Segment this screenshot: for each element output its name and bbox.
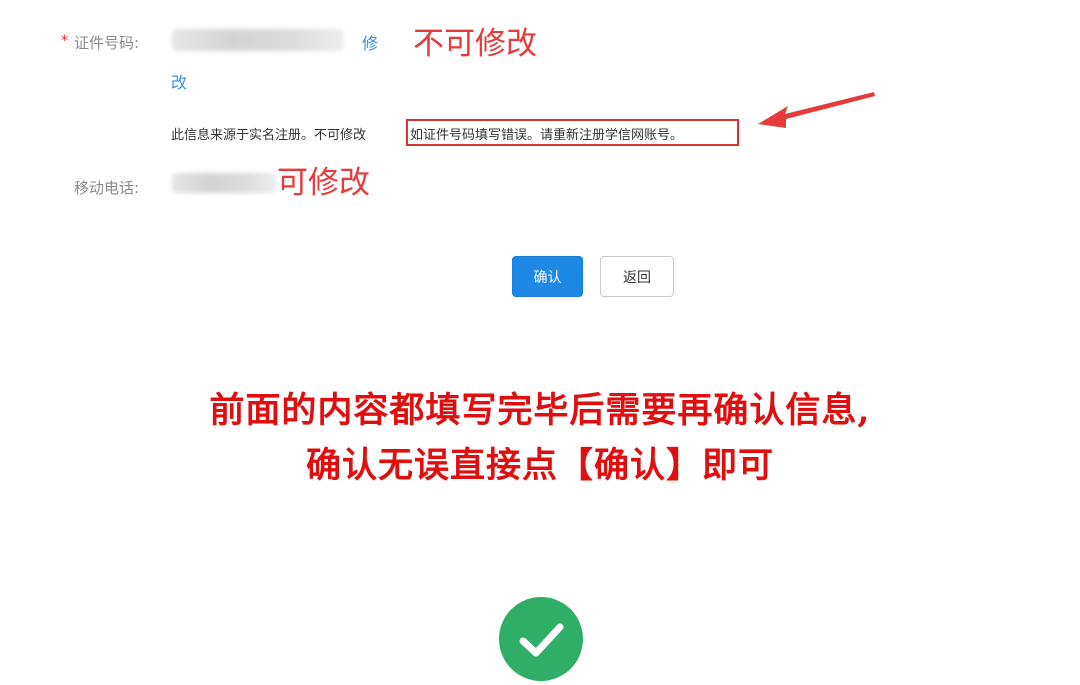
not-editable-annotation: 不可修改 [413, 26, 537, 62]
check-circle-icon [499, 597, 583, 681]
required-asterisk: * [61, 33, 68, 49]
instruction-caption-line2: 确认无误直接点【确认】即可 [305, 445, 774, 486]
id-number-label: 证件号码: [74, 34, 140, 52]
edit-id-link-part1[interactable]: 修 [362, 30, 378, 54]
back-button[interactable]: 返回 [600, 256, 674, 297]
id-number-value-blurred [172, 29, 344, 51]
red-arrow-icon [758, 92, 875, 128]
mobile-label: 移动电话: [74, 179, 140, 197]
id-error-info-text: 如证件号码填写错误。请重新注册学信网账号。 [410, 128, 684, 143]
edit-id-link-part2[interactable]: 改 [171, 69, 187, 93]
id-info-text: 此信息来源于实名注册。不可修改 [171, 128, 367, 143]
editable-annotation: 可修改 [277, 165, 370, 201]
instruction-caption-line1: 前面的内容都填写完毕后需要再确认信息, [209, 390, 871, 431]
checkmark-icon [519, 623, 564, 657]
confirm-button[interactable]: 确认 [512, 256, 583, 297]
mobile-value-blurred [172, 173, 276, 193]
